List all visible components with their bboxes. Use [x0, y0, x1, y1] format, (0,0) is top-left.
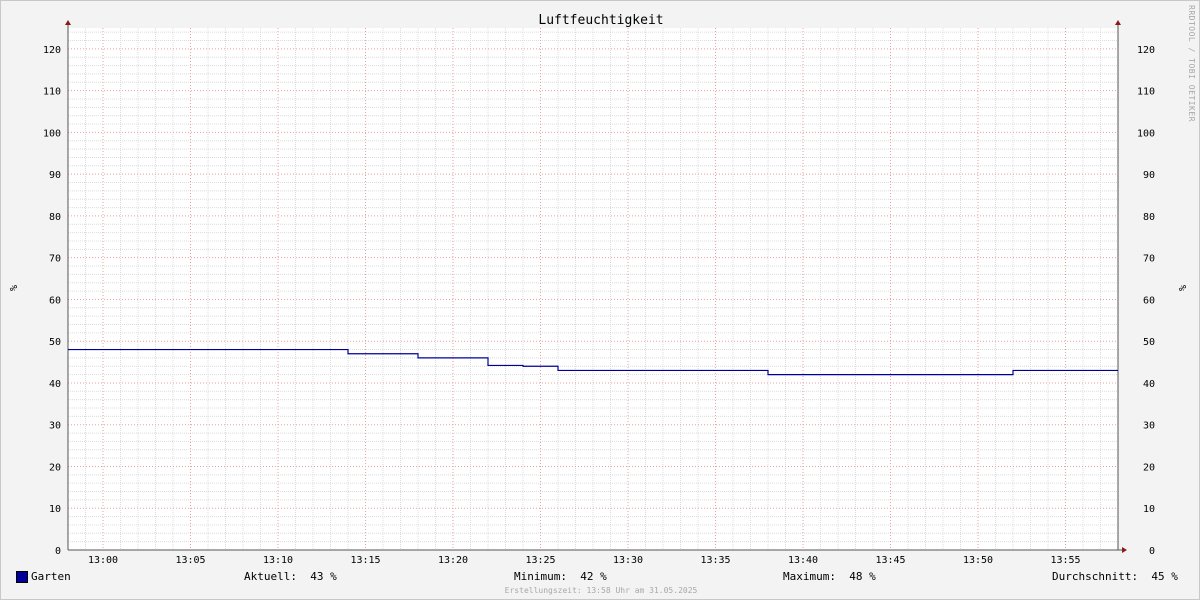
y-tick-label-left: 20: [49, 462, 61, 473]
chart-title: Luftfeuchtigkeit: [538, 13, 663, 28]
y-axis-label-left: %: [7, 285, 18, 291]
legend-average: Durchschnitt: 45 %: [1052, 570, 1178, 583]
y-tick-label-left: 10: [49, 504, 61, 515]
y-axis-arrow-left: [65, 20, 71, 25]
x-tick-label: 13:35: [700, 555, 730, 566]
x-tick-label: 13:10: [263, 555, 293, 566]
x-tick-label: 13:55: [1050, 555, 1080, 566]
y-tick-label-right: 20: [1143, 462, 1155, 473]
watermark: RRDTOOL / TOBI OETIKER: [1187, 5, 1196, 122]
x-tick-label: 13:05: [175, 555, 205, 566]
legend-current: Aktuell: 43 %: [244, 570, 337, 583]
legend-series-name: Garten: [31, 570, 71, 583]
y-tick-label-right: 10: [1143, 504, 1155, 515]
y-tick-label-right: 30: [1143, 421, 1155, 432]
chart-frame: 0 0 10 10 20 20 30 30 40 40 50 50 60 60 70 70 80 80 90 90 10…: [0, 0, 1200, 600]
y-axis-arrow-right: [1115, 20, 1121, 25]
y-tick-label-left: 110: [43, 87, 61, 98]
legend-maximum: Maximum: 48 %: [783, 570, 876, 583]
x-axis-arrow: [1122, 547, 1127, 553]
y-tick-label-left: 50: [49, 337, 61, 348]
y-axis-label-right: %: [1176, 285, 1187, 291]
y-tick-label-right: 110: [1137, 87, 1155, 98]
y-tick-label-right: 120: [1137, 45, 1155, 56]
y-tick-label-right: 100: [1137, 128, 1155, 139]
y-tick-label-left: 0: [55, 546, 61, 557]
y-tick-label-right: 60: [1143, 295, 1155, 306]
y-tick-label-left: 40: [49, 379, 61, 390]
x-tick-label: 13:50: [963, 555, 993, 566]
y-tick-label-left: 100: [43, 128, 61, 139]
y-tick-label-right: 50: [1143, 337, 1155, 348]
x-tick-label: 13:45: [875, 555, 905, 566]
chart-canvas: 0 0 10 10 20 20 30 30 40 40 50 50 60 60 70 70 80 80 90 90 10…: [7, 13, 1187, 566]
y-tick-label-left: 80: [49, 212, 61, 223]
x-tick-label: 13:20: [438, 555, 468, 566]
legend-minimum: Minimum: 42 %: [514, 570, 607, 583]
x-tick-label: 13:25: [525, 555, 555, 566]
x-tick-label: 13:00: [88, 555, 118, 566]
y-tick-label-left: 30: [49, 421, 61, 432]
y-tick-label-right: 80: [1143, 212, 1155, 223]
y-tick-label-right: 0: [1149, 546, 1155, 557]
y-tick-label-left: 90: [49, 170, 61, 181]
x-tick-label: 13:30: [613, 555, 643, 566]
y-tick-label-left: 70: [49, 254, 61, 265]
y-tick-label-left: 60: [49, 295, 61, 306]
y-tick-label-right: 70: [1143, 254, 1155, 265]
y-tick-label-left: 120: [43, 45, 61, 56]
footer-timestamp: Erstellungszeit: 13:58 Uhr am 31.05.2025: [504, 586, 698, 595]
legend-swatch-garten: [16, 571, 28, 583]
x-tick-label: 13:15: [350, 555, 380, 566]
y-tick-label-right: 90: [1143, 170, 1155, 181]
x-tick-label: 13:40: [788, 555, 818, 566]
y-tick-label-right: 40: [1143, 379, 1155, 390]
